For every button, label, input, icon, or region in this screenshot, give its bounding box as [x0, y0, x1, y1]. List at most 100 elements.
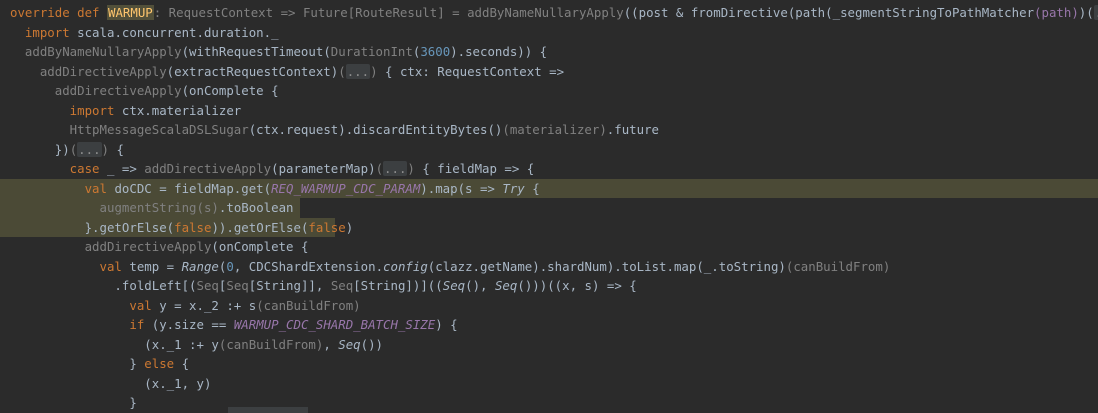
- code-token: addDirectiveApply: [10, 63, 167, 79]
- code-token: {: [181, 356, 190, 371]
- code-token: : RequestContext => Future[RouteResult] …: [153, 5, 468, 20]
- code-token: ): [370, 63, 378, 79]
- code-token: Seq: [330, 278, 354, 293]
- code-line[interactable]: val doCDC = fieldMap.get(REQ_WARMUP_CDC_…: [0, 178, 1098, 198]
- code-line[interactable]: addDirectiveApply(extractRequestContext)…: [0, 62, 1098, 82]
- code-token: ): [101, 141, 110, 157]
- code-line[interactable]: }: [0, 393, 1098, 413]
- code-line[interactable]: HttpMessageScalaDSLSugar(ctx.request).di…: [0, 120, 1098, 140]
- code-token: ,: [323, 336, 339, 352]
- code-token: ).seconds)) {: [450, 44, 548, 59]
- code-line[interactable]: (x._1 :+ y(canBuildFrom), Seq()): [0, 335, 1098, 355]
- code-token: ctx.materializer: [121, 102, 242, 118]
- code-line[interactable]: }.getOrElse(false)).getOrElse(false): [0, 217, 1098, 237]
- code-token: }: [10, 356, 145, 371]
- code-token: WARMUP_CDC_SHARD_BATCH_SIZE: [233, 317, 436, 332]
- code-token: (canBuildFrom): [218, 336, 324, 352]
- code-line[interactable]: })(...) {: [0, 140, 1098, 160]
- code-line[interactable]: augmentString(s).toBoolean: [0, 198, 1098, 218]
- code-token: ...: [77, 141, 102, 157]
- code-token: (onComplete {: [211, 239, 309, 254]
- code-line[interactable]: addDirectiveApply(onComplete {: [0, 237, 1098, 257]
- code-token: Try: [502, 180, 525, 196]
- code-token: (x._1 :+ y: [10, 336, 219, 352]
- code-token: {: [524, 180, 540, 196]
- code-token: (canBuildFrom): [785, 258, 891, 274]
- code-line[interactable]: import scala.concurrent.duration._: [0, 23, 1098, 43]
- code-token: ) {: [435, 317, 458, 332]
- code-token: WARMUP: [106, 5, 154, 20]
- code-token: doCDC = fieldMap.get(: [114, 180, 272, 196]
- code-token: override def: [10, 5, 107, 20]
- code-line[interactable]: } else {: [0, 354, 1098, 374]
- code-token: (x._1, y): [10, 375, 212, 391]
- code-line[interactable]: import ctx.materializer: [0, 101, 1098, 121]
- code-token: ...: [1093, 5, 1098, 20]
- code-token: 3600: [420, 44, 451, 59]
- code-token: else: [144, 356, 182, 371]
- code-line[interactable]: case _ => addDirectiveApply(parameterMap…: [0, 159, 1098, 179]
- code-token: ...: [345, 63, 371, 79]
- code-token: addDirectiveApply: [10, 83, 182, 98]
- code-editor[interactable]: override def WARMUP: RequestContext => F…: [0, 0, 1098, 413]
- code-token: addByNameNullaryApply: [10, 44, 182, 59]
- code-token: (path): [1034, 5, 1079, 20]
- code-token: , CDCShardExtension.: [233, 258, 384, 274]
- code-line[interactable]: addByNameNullaryApply(withRequestTimeout…: [0, 42, 1098, 62]
- code-token: (extractRequestContext): [166, 63, 339, 79]
- code-token: val: [10, 297, 160, 313]
- code-token: Range: [181, 258, 219, 274]
- code-token: false: [308, 219, 346, 235]
- code-line[interactable]: val y = x._2 :+ s(canBuildFrom): [0, 296, 1098, 316]
- code-token: _segmentStringToPathMatcher: [832, 5, 1035, 20]
- code-token: ).map(s =>: [420, 180, 503, 196]
- code-token: (: [375, 161, 384, 176]
- code-line[interactable]: .foldLeft[(Seq[Seq[String]], Seq[String]…: [0, 276, 1098, 296]
- code-token: addDirectiveApply: [10, 239, 212, 254]
- code-token: Seq: [494, 278, 518, 293]
- code-token: )(: [1078, 5, 1094, 20]
- code-token: (onComplete {: [181, 83, 279, 98]
- code-token: ()))((x, s) => {: [517, 278, 637, 293]
- code-token: (path(: [787, 5, 833, 20]
- code-token: ): [345, 219, 354, 235]
- code-token: (),: [465, 278, 495, 293]
- code-token: .discardEntityBytes(): [345, 122, 503, 137]
- code-token: { fieldMap => {: [414, 161, 535, 176]
- code-token: y = x._2 :+ s: [159, 297, 257, 313]
- code-token: fromDirective: [690, 5, 788, 20]
- code-token: ...: [383, 161, 408, 176]
- code-token: HttpMessageScalaDSLSugar: [10, 122, 249, 137]
- code-token: .foldLeft[(: [10, 278, 197, 293]
- code-token: ()): [360, 336, 384, 352]
- code-token: augmentString: [99, 200, 197, 215]
- code-line[interactable]: addDirectiveApply(onComplete {: [0, 81, 1098, 101]
- code-token: REQ_WARMUP_CDC_PARAM: [271, 180, 421, 196]
- code-token: (canBuildFrom): [256, 297, 361, 313]
- code-token: .toBoolean: [218, 200, 294, 215]
- code-token: [String]],: [248, 278, 331, 293]
- code-token: Seq: [226, 278, 249, 293]
- code-token: scala.concurrent.duration._: [77, 24, 279, 40]
- code-token: val: [10, 180, 115, 196]
- code-line[interactable]: override def WARMUP: RequestContext => F…: [0, 3, 1098, 23]
- code-token: .future: [606, 122, 660, 137]
- code-token: { ctx: RequestContext =>: [377, 63, 565, 79]
- code-token: (clazz.getName).shardNum).toList.map(_.t…: [427, 258, 786, 274]
- code-token: import: [10, 102, 122, 118]
- code-line[interactable]: if (y.size == WARMUP_CDC_SHARD_BATCH_SIZ…: [0, 315, 1098, 335]
- code-token: [String])]((: [353, 278, 443, 293]
- code-token: (parameterMap): [271, 161, 376, 176]
- code-line[interactable]: (x._1, y): [0, 374, 1098, 394]
- scroll-indicator[interactable]: [228, 407, 308, 413]
- code-token: }.getOrElse(: [10, 219, 175, 235]
- code-line[interactable]: val temp = Range(0, CDCShardExtension.co…: [0, 257, 1098, 277]
- code-token: _ =>: [106, 161, 145, 176]
- code-token: }: [10, 395, 137, 410]
- code-token: val: [10, 258, 130, 274]
- code-token: addByNameNullaryApply: [467, 5, 624, 20]
- code-token: false: [174, 219, 212, 235]
- code-token: DurationInt: [330, 44, 413, 59]
- code-token: case: [10, 161, 107, 176]
- code-token: Seq: [196, 278, 219, 293]
